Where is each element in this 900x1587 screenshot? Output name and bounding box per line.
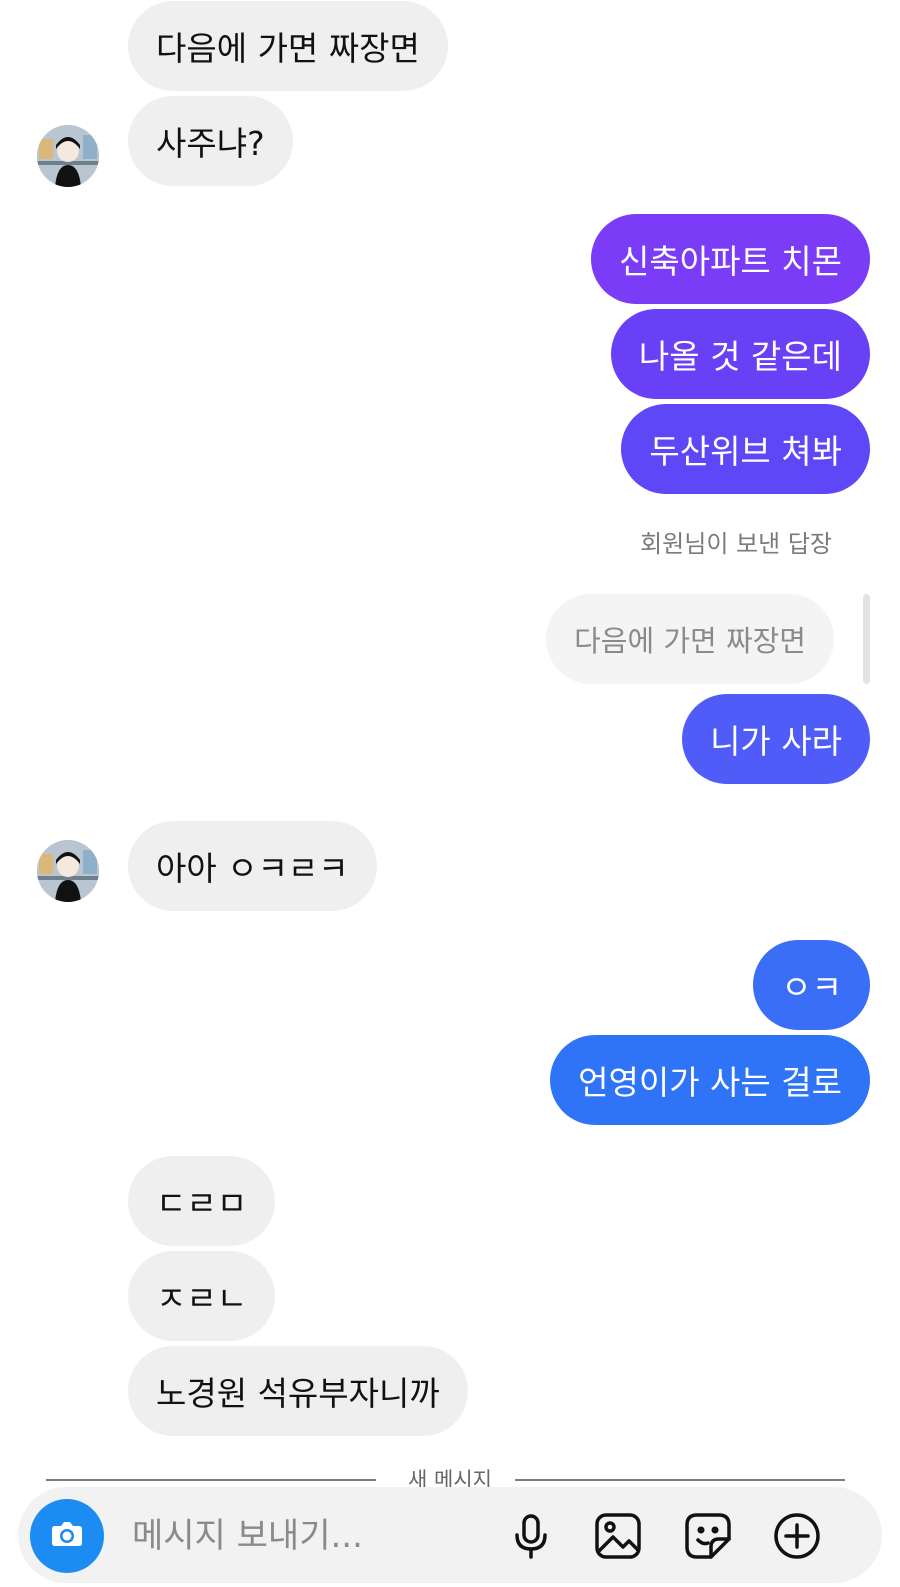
message-bubble-outgoing[interactable]: 나올 것 같은데 [610, 309, 870, 399]
plus-circle-icon[interactable] [772, 1511, 822, 1561]
reply-quote-bar [863, 594, 870, 684]
message-bubble-incoming[interactable]: 노경원 석유부자니까 [128, 1346, 468, 1436]
message-composer [18, 1487, 882, 1583]
reply-label: 회원님이 보낸 답장 [640, 530, 832, 558]
camera-icon [47, 1514, 87, 1558]
camera-button[interactable] [30, 1499, 104, 1573]
message-bubble-incoming[interactable]: 아아 ㅇㅋㄹㅋ [128, 821, 377, 911]
message-bubble-outgoing[interactable]: 두산위브 쳐봐 [621, 404, 870, 494]
image-icon[interactable] [593, 1511, 643, 1561]
message-bubble-incoming[interactable]: ㄷㄹㅁ [128, 1156, 276, 1246]
microphone-icon[interactable] [506, 1511, 556, 1561]
sticker-icon[interactable] [683, 1511, 733, 1561]
avatar[interactable] [37, 840, 99, 902]
message-bubble-outgoing[interactable]: 언영이가 사는 걸로 [550, 1035, 870, 1125]
message-input[interactable] [130, 1511, 484, 1561]
message-bubble-outgoing[interactable]: ㅇㅋ [753, 940, 870, 1030]
reply-quote[interactable]: 다음에 가면 짜장면 [546, 594, 834, 684]
message-bubble-incoming[interactable]: ㅈㄹㄴ [128, 1251, 276, 1341]
avatar[interactable] [37, 125, 99, 187]
message-bubble-outgoing[interactable]: 신축아파트 치몬 [590, 214, 870, 304]
message-bubble-incoming[interactable]: 사주냐? [128, 96, 293, 186]
message-bubble-incoming[interactable]: 다음에 가면 짜장면 [128, 1, 448, 91]
message-bubble-outgoing[interactable]: 니가 사라 [682, 694, 870, 784]
